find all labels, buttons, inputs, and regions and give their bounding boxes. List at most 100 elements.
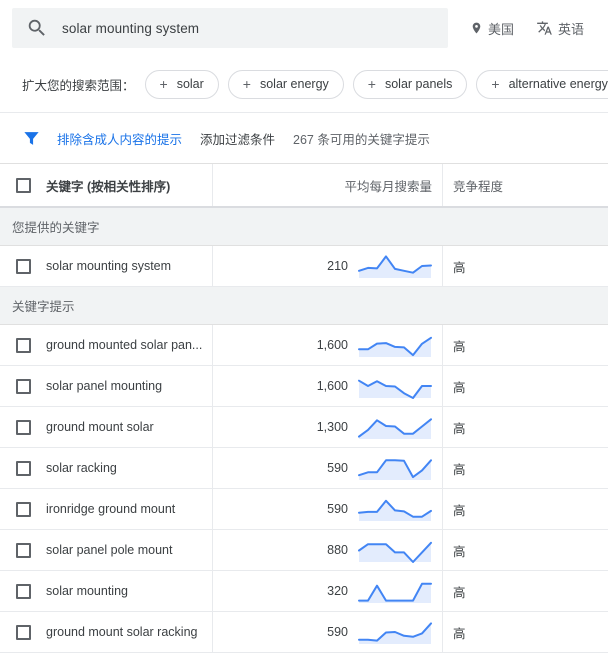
search-volume-cell: 590 — [213, 489, 443, 529]
table-row[interactable]: solar panel mounting 1,600 高 — [0, 366, 608, 407]
search-volume-value: 880 — [327, 543, 348, 557]
row-checkbox[interactable] — [15, 583, 31, 599]
row-checkbox[interactable] — [15, 624, 31, 640]
row-checkbox[interactable] — [15, 501, 31, 517]
table-row[interactable]: solar panel pole mount 880 高 — [0, 530, 608, 571]
keyword-cell[interactable]: ground mount solar — [46, 407, 213, 447]
translate-icon — [537, 21, 552, 35]
table-row[interactable]: ground mount solar racking 590 高 — [0, 612, 608, 653]
search-volume-sparkline — [358, 459, 432, 480]
search-volume-sparkline — [358, 499, 432, 521]
search-volume-cell: 590 — [213, 448, 443, 488]
plus-icon: + — [159, 76, 168, 92]
expand-chip-label: solar — [176, 77, 204, 91]
row-checkbox[interactable] — [15, 542, 31, 558]
competition-cell: 高 — [453, 462, 466, 477]
search-input-value: solar mounting system — [62, 20, 200, 36]
select-all-checkbox[interactable] — [15, 177, 31, 193]
keyword-results-table: 关键字 (按相关性排序) 平均每月搜索量 竞争程度 您提供的关键字 solar m… — [0, 164, 608, 653]
keyword-cell[interactable]: solar mounting system — [46, 246, 213, 286]
search-volume-value: 590 — [327, 461, 348, 475]
search-volume-cell: 1,600 — [213, 366, 443, 406]
expand-chip-solar-energy[interactable]: + solar energy — [227, 69, 344, 99]
competition-cell: 高 — [453, 626, 466, 641]
search-volume-value: 210 — [327, 259, 348, 273]
search-volume-cell: 1,600 — [213, 325, 443, 365]
active-filter-chip[interactable]: 排除含成人内容的提示 — [57, 129, 182, 148]
table-row[interactable]: ground mounted solar pan... 1,600 高 — [0, 325, 608, 366]
expand-chip-label: alternative energy — [508, 77, 608, 91]
row-select-cell[interactable] — [0, 612, 46, 652]
competition-cell: 高 — [453, 585, 466, 600]
table-row[interactable]: solar mounting system 210 高 — [0, 246, 608, 287]
row-select-cell[interactable] — [0, 489, 46, 529]
row-select-cell[interactable] — [0, 366, 46, 406]
search-volume-sparkline — [358, 379, 432, 399]
expand-chip-label: solar panels — [384, 77, 453, 91]
row-select-cell[interactable] — [0, 530, 46, 570]
filter-bar: 排除含成人内容的提示 添加过滤条件 267 条可用的关键字提示 — [0, 112, 608, 164]
competition-cell: 高 — [453, 260, 466, 275]
search-volume-value: 590 — [327, 502, 348, 516]
keyword-cell[interactable]: solar racking — [46, 448, 213, 488]
column-header-keyword[interactable]: 关键字 (按相关性排序) — [46, 164, 213, 206]
search-volume-value: 320 — [327, 584, 348, 598]
competition-cell: 高 — [453, 503, 466, 518]
location-label: 美国 — [488, 21, 515, 37]
keyword-cell[interactable]: solar mounting — [46, 571, 213, 611]
row-checkbox[interactable] — [15, 378, 31, 394]
competition-cell: 高 — [453, 380, 466, 395]
search-volume-value: 1,600 — [316, 338, 348, 352]
search-volume-cell: 590 — [213, 612, 443, 652]
keyword-cell[interactable]: ironridge ground mount — [46, 489, 213, 529]
filter-funnel-icon[interactable] — [22, 129, 41, 148]
keyword-cell[interactable]: ground mounted solar pan... — [46, 325, 213, 365]
row-checkbox[interactable] — [15, 419, 31, 435]
table-row[interactable]: ground mount solar 1,300 高 — [0, 407, 608, 448]
search-volume-sparkline — [358, 622, 432, 644]
row-select-cell[interactable] — [0, 571, 46, 611]
row-select-cell[interactable] — [0, 407, 46, 447]
column-header-volume[interactable]: 平均每月搜索量 — [213, 164, 443, 206]
competition-cell: 高 — [453, 421, 466, 436]
keyword-cell[interactable]: solar panel pole mount — [46, 530, 213, 570]
add-filter-button[interactable]: 添加过滤条件 — [200, 129, 275, 148]
table-row[interactable]: solar racking 590 高 — [0, 448, 608, 489]
select-all-cell[interactable] — [0, 164, 46, 206]
row-checkbox[interactable] — [15, 460, 31, 476]
plus-icon: + — [491, 76, 500, 92]
plus-icon: + — [242, 76, 251, 92]
row-select-cell[interactable] — [0, 325, 46, 365]
expand-search-label: 扩大您的搜索范围： — [22, 78, 135, 93]
column-header-competition[interactable]: 竞争程度 — [443, 164, 608, 206]
search-volume-cell: 210 — [213, 246, 443, 286]
search-volume-sparkline — [358, 418, 432, 439]
competition-cell: 高 — [453, 339, 466, 354]
result-count-label: 267 条可用的关键字提示 — [293, 132, 430, 147]
expand-chip-label: solar energy — [259, 77, 329, 91]
row-checkbox[interactable] — [15, 258, 31, 274]
expand-chip-solar-panels[interactable]: + solar panels — [352, 69, 468, 99]
table-group-header: 您提供的关键字 — [0, 208, 608, 246]
language-label: 英语 — [558, 21, 585, 37]
row-select-cell[interactable] — [0, 246, 46, 286]
keyword-cell[interactable]: solar panel mounting — [46, 366, 213, 406]
location-selector[interactable]: 美国 — [470, 19, 514, 38]
row-checkbox[interactable] — [15, 337, 31, 353]
row-select-cell[interactable] — [0, 448, 46, 488]
search-icon — [28, 19, 45, 36]
expand-chip-solar[interactable]: + solar — [144, 69, 219, 99]
sparkline-area — [359, 460, 431, 480]
search-volume-sparkline — [358, 255, 432, 278]
table-row[interactable]: ironridge ground mount 590 高 — [0, 489, 608, 530]
table-header-row: 关键字 (按相关性排序) 平均每月搜索量 竞争程度 — [0, 164, 608, 208]
expand-chip-alternative-energy[interactable]: + alternative energy — [476, 69, 608, 99]
search-volume-cell: 1,300 — [213, 407, 443, 447]
search-input[interactable]: solar mounting system — [12, 8, 448, 48]
keyword-cell[interactable]: ground mount solar racking — [46, 612, 213, 652]
search-volume-cell: 320 — [213, 571, 443, 611]
language-selector[interactable]: 英语 — [536, 19, 584, 38]
competition-cell: 高 — [453, 544, 466, 559]
table-row[interactable]: solar mounting 320 高 — [0, 571, 608, 612]
search-volume-value: 1,300 — [316, 420, 348, 434]
